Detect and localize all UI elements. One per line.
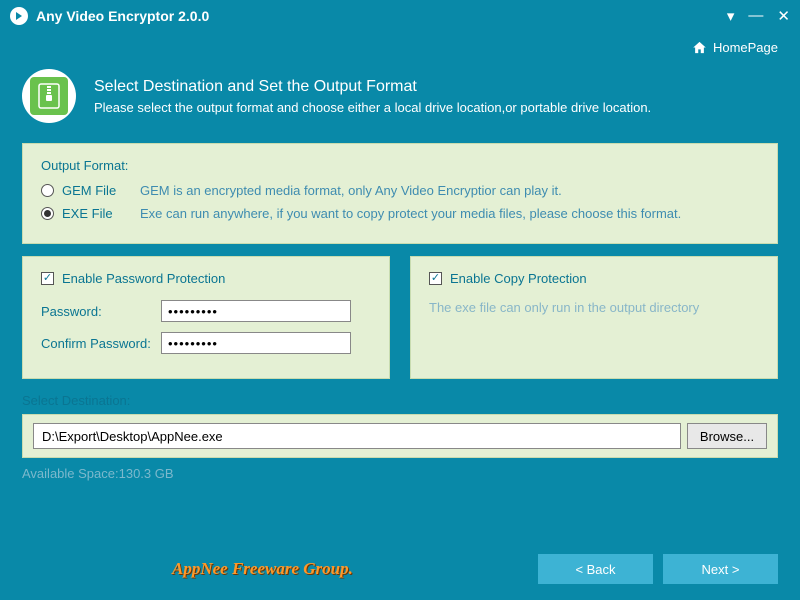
confirm-password-input[interactable] — [161, 332, 351, 354]
password-label: Password: — [41, 304, 161, 319]
option-desc: Exe can run anywhere, if you want to cop… — [140, 206, 681, 221]
step-header: Select Destination and Set the Output Fo… — [0, 55, 800, 143]
output-format-panel: Output Format: GEM File GEM is an encryp… — [22, 143, 778, 244]
copy-protection-desc: The exe file can only run in the output … — [429, 300, 759, 315]
homepage-link[interactable]: HomePage — [0, 32, 800, 55]
radio-icon — [41, 207, 54, 220]
app-icon — [10, 7, 28, 25]
checkbox-icon: ✓ — [429, 272, 442, 285]
option-label: GEM File — [62, 183, 132, 198]
step-title: Select Destination and Set the Output Fo… — [94, 78, 651, 96]
back-button[interactable]: < Back — [538, 554, 653, 584]
copy-protection-panel: ✓ Enable Copy Protection The exe file ca… — [410, 256, 778, 379]
step-icon — [22, 69, 76, 123]
password-input[interactable] — [161, 300, 351, 322]
confirm-password-label: Confirm Password: — [41, 336, 161, 351]
radio-exe-file[interactable]: EXE File Exe can run anywhere, if you wa… — [41, 206, 759, 221]
enable-copy-protection-checkbox[interactable]: ✓ Enable Copy Protection — [429, 271, 759, 286]
browse-button[interactable]: Browse... — [687, 423, 767, 449]
close-icon[interactable]: ✕ — [777, 7, 790, 25]
checkbox-icon: ✓ — [41, 272, 54, 285]
radio-icon — [41, 184, 54, 197]
checkbox-label: Enable Password Protection — [62, 271, 225, 286]
app-window: Any Video Encryptor 2.0.0 ▾ — ✕ HomePage… — [0, 0, 800, 600]
enable-password-checkbox[interactable]: ✓ Enable Password Protection — [41, 271, 371, 286]
watermark: AppNee Freeware Group. — [172, 559, 353, 579]
next-button[interactable]: Next > — [663, 554, 778, 584]
destination-input[interactable] — [33, 423, 681, 449]
destination-panel: Browse... — [22, 414, 778, 458]
option-label: EXE File — [62, 206, 132, 221]
app-title: Any Video Encryptor 2.0.0 — [36, 8, 209, 24]
dropdown-icon[interactable]: ▾ — [727, 7, 735, 25]
available-space: Available Space:130.3 GB — [22, 466, 778, 481]
minimize-icon[interactable]: — — [748, 7, 763, 25]
output-format-title: Output Format: — [41, 158, 759, 173]
titlebar: Any Video Encryptor 2.0.0 ▾ — ✕ — [0, 0, 800, 32]
homepage-label: HomePage — [713, 40, 778, 55]
zip-icon — [30, 77, 68, 115]
option-desc: GEM is an encrypted media format, only A… — [140, 183, 562, 198]
destination-label: Select Destination: — [22, 393, 778, 408]
radio-gem-file[interactable]: GEM File GEM is an encrypted media forma… — [41, 183, 759, 198]
step-subtitle: Please select the output format and choo… — [94, 100, 651, 115]
checkbox-label: Enable Copy Protection — [450, 271, 587, 286]
password-panel: ✓ Enable Password Protection Password: C… — [22, 256, 390, 379]
home-icon — [692, 40, 707, 55]
window-controls: ▾ — ✕ — [727, 7, 790, 25]
